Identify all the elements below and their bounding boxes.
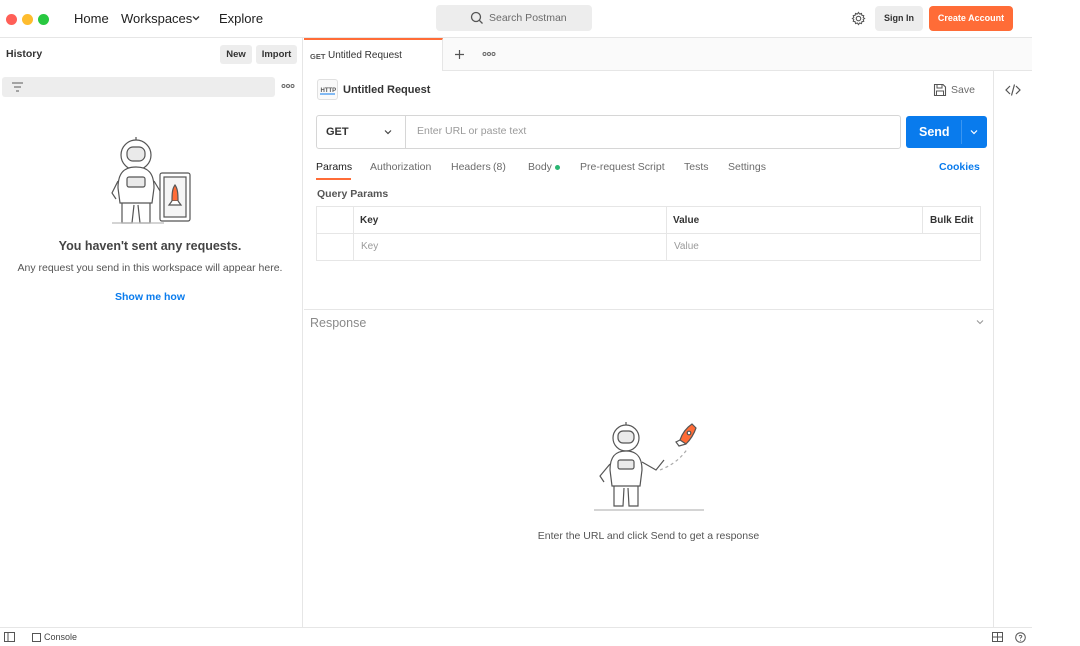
value-column-header: Value bbox=[673, 215, 700, 226]
help-icon[interactable] bbox=[1015, 632, 1026, 643]
console-icon[interactable] bbox=[32, 633, 41, 642]
astronaut-illustration bbox=[104, 133, 196, 227]
search-input[interactable]: Search Postman bbox=[436, 5, 592, 31]
tab-settings[interactable]: Settings bbox=[728, 161, 766, 173]
history-sidebar: History New Import You haven't sent any … bbox=[0, 38, 303, 627]
save-button[interactable]: Save bbox=[951, 84, 975, 96]
key-column-header: Key bbox=[360, 215, 379, 226]
astronaut-rocket-illustration bbox=[590, 420, 708, 514]
console-button[interactable]: Console bbox=[44, 632, 77, 642]
filter-icon[interactable] bbox=[11, 81, 24, 93]
column-divider bbox=[353, 207, 354, 260]
method-select[interactable]: GET bbox=[317, 116, 406, 148]
minimize-window-button[interactable] bbox=[22, 14, 33, 25]
response-divider bbox=[304, 309, 993, 310]
new-button[interactable]: New bbox=[220, 45, 252, 64]
tab-headers[interactable]: Headers bbox=[451, 161, 491, 173]
top-bar: Home Workspaces Explore Search Postman S… bbox=[0, 0, 1032, 38]
layout-icon[interactable] bbox=[992, 632, 1003, 642]
column-divider bbox=[666, 207, 667, 260]
tab-params[interactable]: Params bbox=[316, 161, 352, 173]
sidebar-title: History bbox=[6, 48, 43, 60]
tab-authorization[interactable]: Authorization bbox=[370, 161, 431, 173]
query-params-table: Key Value Bulk Edit Key Value bbox=[316, 206, 981, 261]
more-options-icon[interactable] bbox=[281, 82, 295, 90]
search-icon bbox=[470, 11, 484, 25]
active-tab-indicator bbox=[316, 178, 351, 180]
chevron-down-icon bbox=[383, 127, 393, 137]
code-icon[interactable] bbox=[1005, 83, 1021, 97]
nav-home[interactable]: Home bbox=[74, 11, 109, 26]
key-input[interactable]: Key bbox=[361, 241, 378, 252]
history-filter-input[interactable] bbox=[2, 77, 275, 97]
save-icon[interactable] bbox=[933, 83, 947, 97]
svg-text:HTTP: HTTP bbox=[321, 88, 337, 94]
right-sidebar bbox=[993, 70, 1032, 627]
tab-tests[interactable]: Tests bbox=[684, 161, 709, 173]
search-placeholder: Search Postman bbox=[489, 12, 567, 24]
response-empty-text: Enter the URL and click Send to get a re… bbox=[537, 530, 760, 542]
empty-history-text: Any request you send in this workspace w… bbox=[17, 262, 283, 274]
cookies-link[interactable]: Cookies bbox=[939, 161, 980, 173]
query-params-title: Query Params bbox=[317, 188, 389, 200]
http-request-icon: HTTP bbox=[317, 79, 338, 100]
toggle-sidebar-icon[interactable] bbox=[4, 632, 15, 642]
response-title[interactable]: Response bbox=[310, 316, 366, 330]
column-divider bbox=[922, 207, 923, 234]
chevron-down-icon[interactable] bbox=[975, 317, 985, 327]
request-name[interactable]: Untitled Request bbox=[343, 84, 430, 96]
table-header-row bbox=[317, 207, 980, 234]
headers-count: (8) bbox=[493, 161, 506, 173]
value-input[interactable]: Value bbox=[674, 241, 699, 252]
body-status-dot bbox=[555, 165, 560, 170]
nav-explore[interactable]: Explore bbox=[219, 11, 263, 26]
tab-pre-request-script[interactable]: Pre-request Script bbox=[580, 161, 665, 173]
method-value: GET bbox=[326, 126, 349, 138]
send-button[interactable]: Send bbox=[906, 116, 987, 148]
status-bar: Console bbox=[0, 627, 1032, 646]
bulk-edit-button[interactable]: Bulk Edit bbox=[930, 215, 973, 226]
chevron-down-icon[interactable] bbox=[969, 127, 979, 137]
send-label: Send bbox=[919, 125, 950, 139]
sign-in-button[interactable]: Sign In bbox=[875, 6, 923, 31]
nav-workspaces[interactable]: Workspaces bbox=[121, 11, 192, 26]
gear-icon[interactable] bbox=[851, 11, 866, 26]
maximize-window-button[interactable] bbox=[38, 14, 49, 25]
close-window-button[interactable] bbox=[6, 14, 17, 25]
create-account-button[interactable]: Create Account bbox=[929, 6, 1013, 31]
show-me-how-link[interactable]: Show me how bbox=[0, 291, 300, 303]
send-divider bbox=[961, 120, 962, 144]
tab-body[interactable]: Body bbox=[528, 161, 552, 173]
import-button[interactable]: Import bbox=[256, 45, 297, 64]
empty-history-title: You haven't sent any requests. bbox=[58, 239, 242, 253]
url-bar: GET Enter URL or paste text bbox=[316, 115, 901, 149]
url-input[interactable]: Enter URL or paste text bbox=[417, 125, 526, 137]
chevron-down-icon[interactable] bbox=[191, 13, 201, 23]
